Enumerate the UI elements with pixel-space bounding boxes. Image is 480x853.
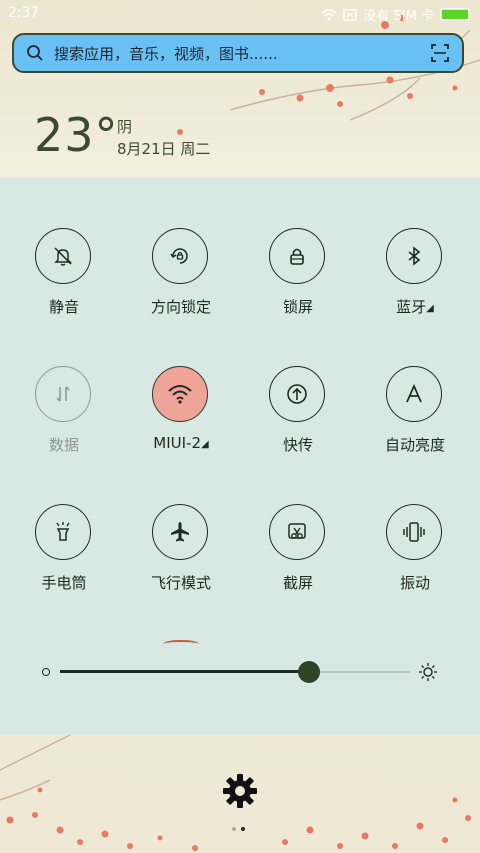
toggle-rotation-lock[interactable]: 方向锁定 <box>123 228 239 338</box>
mute-icon <box>35 228 91 284</box>
quick-transfer-icon <box>269 366 325 422</box>
flashlight-icon <box>35 504 91 560</box>
brightness-high-icon <box>419 663 437 681</box>
scan-icon[interactable] <box>430 43 450 63</box>
bluetooth-label: 蓝牙 <box>396 298 427 316</box>
toggle-mobile-data[interactable]: 数据 <box>6 366 122 476</box>
brightness-fill <box>60 670 309 673</box>
page-dot-active <box>241 827 245 831</box>
toggle-label: 自动亮度 <box>384 436 445 454</box>
vibrate-icon <box>386 504 442 560</box>
temperature: 23° <box>34 108 119 162</box>
search-bar[interactable]: 搜索应用，音乐，视频，图书...... <box>12 33 464 73</box>
wifi-status-icon <box>321 8 337 20</box>
weather-date: 8月21日 周二 <box>117 140 211 158</box>
wifi-icon <box>152 366 208 422</box>
toggle-lock-screen[interactable]: 锁屏 <box>240 228 356 338</box>
toggle-label: MIUI-2◢ <box>123 434 239 452</box>
toggle-label: 锁屏 <box>282 298 313 316</box>
weather-condition: 阴 <box>117 118 133 136</box>
toggle-label: 方向锁定 <box>150 298 211 316</box>
bluetooth-icon <box>386 228 442 284</box>
rotation-lock-icon <box>152 228 208 284</box>
mobile-data-icon <box>35 366 91 422</box>
airplane-icon <box>152 504 208 560</box>
submenu-arrow-icon: ◢ <box>426 303 434 314</box>
toggle-airplane-mode[interactable]: 飞行模式 <box>123 504 239 614</box>
toggle-label: 静音 <box>48 298 79 316</box>
toggle-label: 振动 <box>399 574 430 592</box>
auto-brightness-icon <box>386 366 442 422</box>
submenu-arrow-icon: ◢ <box>201 439 209 450</box>
toggle-wifi[interactable]: MIUI-2◢ <box>123 366 239 476</box>
gear-icon[interactable] <box>221 772 259 810</box>
search-input[interactable]: 搜索应用，音乐，视频，图书...... <box>54 43 430 64</box>
status-icons: 没有 SIM 卡 <box>321 5 470 24</box>
screenshot-icon <box>269 504 325 560</box>
page-dot <box>232 827 236 831</box>
wifi-network-label: MIUI-2 <box>153 434 202 452</box>
battery-icon <box>440 8 470 21</box>
toggle-label: 手电筒 <box>41 574 87 592</box>
toggle-vibrate[interactable]: 振动 <box>357 504 473 614</box>
toggle-label: 数据 <box>48 436 79 454</box>
toggle-label: 截屏 <box>282 574 313 592</box>
status-bar: 2:37 没有 SIM 卡 <box>0 0 480 28</box>
toggle-screenshot[interactable]: 截屏 <box>240 504 356 614</box>
partial-toggle-edge <box>163 640 199 648</box>
page-indicator <box>232 827 245 831</box>
toggle-quick-transfer[interactable]: 快传 <box>240 366 356 476</box>
brightness-slider[interactable] <box>40 660 440 684</box>
toggle-label: 快传 <box>282 436 313 454</box>
status-time: 2:37 <box>8 5 40 21</box>
brightness-thumb[interactable] <box>298 661 320 683</box>
weather-widget[interactable]: 23° 阴 8月21日 周二 <box>34 108 210 162</box>
search-icon <box>27 45 43 61</box>
toggle-bluetooth[interactable]: 蓝牙◢ <box>357 228 473 338</box>
quick-settings-panel: 静音 方向锁定 锁屏 蓝牙◢ 数据 MIUI-2◢ 快传 自动亮度 手电筒 飞行… <box>0 178 480 735</box>
brightness-low-icon <box>42 668 50 676</box>
no-sim-icon <box>343 8 358 21</box>
toggle-label: 飞行模式 <box>150 574 211 592</box>
toggle-auto-brightness[interactable]: 自动亮度 <box>357 366 473 476</box>
lock-icon <box>269 228 325 284</box>
sim-status-text: 没有 SIM 卡 <box>363 9 434 24</box>
toggle-flashlight[interactable]: 手电筒 <box>6 504 122 614</box>
toggle-label: 蓝牙◢ <box>357 296 473 317</box>
toggle-mute[interactable]: 静音 <box>6 228 122 338</box>
